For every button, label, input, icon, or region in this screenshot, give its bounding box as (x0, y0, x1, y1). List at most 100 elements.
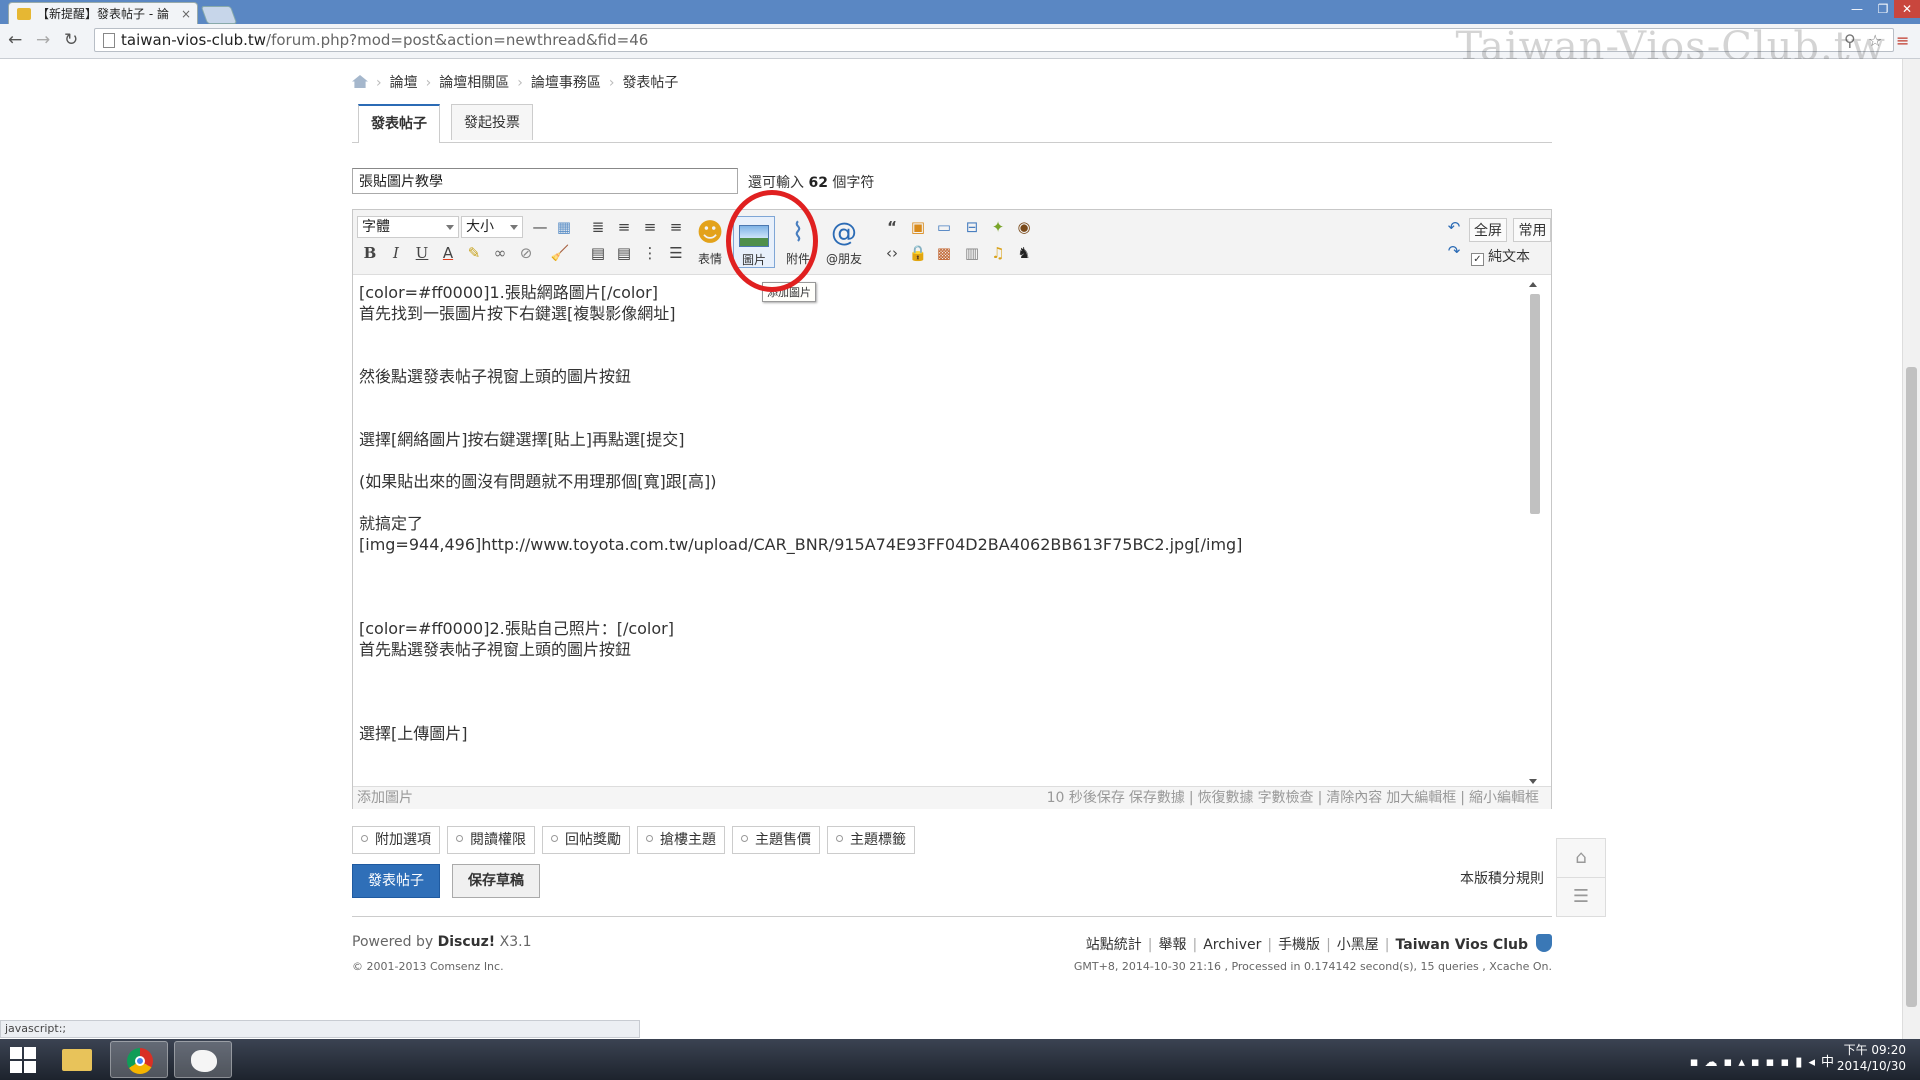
home-icon[interactable] (352, 75, 368, 88)
hr-icon[interactable]: — (529, 216, 551, 238)
background-color-icon[interactable]: ✎ (463, 242, 485, 264)
media-icon[interactable]: ▩ (933, 242, 955, 264)
option-read-permission[interactable]: 閱讀權限 (447, 826, 535, 854)
close-window-button[interactable]: ✕ (1894, 0, 1920, 18)
undo-icon[interactable]: ↶ (1443, 216, 1465, 238)
page-scrollbar-thumb[interactable] (1906, 367, 1917, 1007)
smiley-icon: ☻ (696, 218, 724, 248)
footer-link-mobile[interactable]: 手機版 (1278, 937, 1320, 953)
ordered-list-icon[interactable]: ⋮ (639, 242, 661, 264)
status-action[interactable]: 保存數據 (1129, 790, 1185, 806)
plaintext-toggle[interactable]: ✓ 純文本 (1471, 246, 1530, 266)
footer-link-archiver[interactable]: Archiver (1203, 937, 1261, 953)
code-icon[interactable]: ‹› (881, 242, 903, 264)
credit-rules-link[interactable]: 本版積分規則 (1460, 868, 1544, 888)
breadcrumb-item[interactable]: 論壇 (390, 75, 418, 91)
footer-link-blacklist[interactable]: 小黑屋 (1337, 937, 1379, 953)
align-left-icon[interactable]: ≡ (613, 216, 635, 238)
tab-new-poll[interactable]: 發起投票 (451, 104, 533, 140)
discuz-link[interactable]: Discuz! (438, 934, 496, 950)
explorer-taskbar-button[interactable] (48, 1041, 106, 1078)
mention-friend-button[interactable]: @ @朋友 (819, 216, 869, 268)
clock[interactable]: 下午 09:20 2014/10/30 (1837, 1042, 1906, 1074)
columns-icon[interactable]: ▥ (961, 242, 983, 264)
chrome-taskbar-button[interactable] (110, 1041, 168, 1078)
unlink-icon[interactable]: ⊘ (515, 242, 537, 264)
paint-icon (191, 1050, 217, 1072)
index-icon[interactable]: ⊟ (961, 216, 983, 238)
browser-tab[interactable]: 【新提醒】發表帖子 - 論 × (8, 2, 198, 24)
tab-new-thread[interactable]: 發表帖子 (358, 104, 440, 143)
unordered-list-icon[interactable]: ☰ (665, 242, 687, 264)
status-action[interactable]: 清除內容 (1326, 790, 1382, 806)
fullscreen-button[interactable]: 全屏 (1469, 218, 1507, 242)
status-action[interactable]: 縮小編輯框 (1469, 790, 1539, 806)
float-right-icon[interactable]: ▤ (613, 242, 635, 264)
underline-button[interactable]: U (411, 242, 433, 264)
footer-stats: GMT+8, 2014-10-30 21:16 , Processed in 0… (1073, 960, 1552, 973)
tab-close-icon[interactable]: × (181, 3, 191, 24)
windows-start-icon[interactable] (10, 1047, 36, 1073)
camera-icon[interactable]: ◉ (1013, 216, 1035, 238)
footer-link-report[interactable]: 舉報 (1158, 937, 1186, 953)
list-icon[interactable]: ☰ (1556, 877, 1606, 917)
menu-icon[interactable]: ≡ (1896, 31, 1909, 50)
breadcrumb-item[interactable]: 論壇相關區 (439, 75, 509, 91)
status-separator: | (1188, 790, 1194, 806)
italic-button[interactable]: I (385, 242, 407, 264)
font-color-button[interactable]: A (437, 242, 459, 264)
option-thread-tags[interactable]: 主題標籤 (827, 826, 915, 854)
status-action[interactable]: 10 秒後保存 (1047, 790, 1125, 806)
option-attach[interactable]: 附加選項 (352, 826, 440, 854)
bold-button[interactable]: B (359, 242, 381, 264)
align-center-icon[interactable]: ≡ (639, 216, 661, 238)
option-thread-price[interactable]: 主題售價 (732, 826, 820, 854)
free-content-icon[interactable]: ▣ (907, 216, 929, 238)
option-reply-reward[interactable]: 回帖獎勵 (542, 826, 630, 854)
background-music-icon[interactable]: ♫ (987, 242, 1009, 264)
status-action[interactable]: 字數檢查 (1258, 790, 1314, 806)
paint-taskbar-button[interactable] (174, 1041, 232, 1078)
size-select[interactable]: 大小 (461, 216, 523, 238)
float-left-icon[interactable]: ▤ (587, 242, 609, 264)
back-icon[interactable]: ← (8, 30, 22, 50)
magic-icon[interactable]: ✦ (987, 216, 1009, 238)
reload-icon[interactable]: ↻ (64, 30, 78, 50)
publish-button[interactable]: 發表帖子 (352, 864, 440, 898)
footer-site-name[interactable]: Taiwan Vios Club (1396, 937, 1529, 953)
back-to-top-icon[interactable]: ⌂ (1556, 838, 1606, 878)
system-tray[interactable]: ▪☁▪▴▪▪▪▮◂中 (1690, 1051, 1840, 1070)
table-icon[interactable]: ▦ (553, 216, 575, 238)
save-draft-button[interactable]: 保存草稿 (452, 864, 540, 898)
plaintext-checkbox[interactable]: ✓ (1471, 253, 1484, 266)
breadcrumb-item[interactable]: 論壇事務區 (531, 75, 601, 91)
minimize-button[interactable]: — (1844, 0, 1870, 18)
page-break-icon[interactable]: ▭ (933, 216, 955, 238)
subject-input[interactable] (352, 168, 738, 194)
align-justify-icon[interactable]: ≣ (587, 216, 609, 238)
hide-content-icon[interactable]: 🔒 (907, 242, 929, 264)
link-icon[interactable]: ∞ (489, 242, 511, 264)
emoticon-button[interactable]: ☻ 表情 (689, 216, 731, 268)
status-action[interactable]: 恢復數據 (1198, 790, 1254, 806)
restore-button[interactable]: ❐ (1870, 0, 1896, 18)
align-right-icon[interactable]: ≡ (665, 216, 687, 238)
font-select[interactable]: 字體 (357, 216, 459, 238)
clear-format-icon[interactable]: 🧹 (549, 242, 571, 264)
editor-textarea[interactable]: [color=#ff0000]1.張貼網路圖片[/color] 首先找到一張圖片按… (359, 282, 1519, 780)
redo-icon[interactable]: ↷ (1443, 240, 1465, 262)
new-tab-button[interactable] (200, 6, 238, 24)
page-scrollbar[interactable] (1902, 59, 1920, 1039)
forward-icon[interactable]: → (36, 30, 50, 50)
status-action[interactable]: 加大編輯框 (1386, 790, 1456, 806)
option-floor-grab[interactable]: 搶樓主題 (637, 826, 725, 854)
breadcrumb: › 論壇 › 論壇相關區 › 論壇事務區 › 發表帖子 (352, 72, 678, 92)
qq-icon[interactable]: ♞ (1013, 242, 1035, 264)
common-mode-button[interactable]: 常用 (1513, 218, 1552, 242)
editor-scrollbar[interactable] (1527, 280, 1543, 784)
quote-icon[interactable]: “ (881, 216, 903, 238)
footer-link-stats[interactable]: 站點統計 (1086, 937, 1142, 953)
